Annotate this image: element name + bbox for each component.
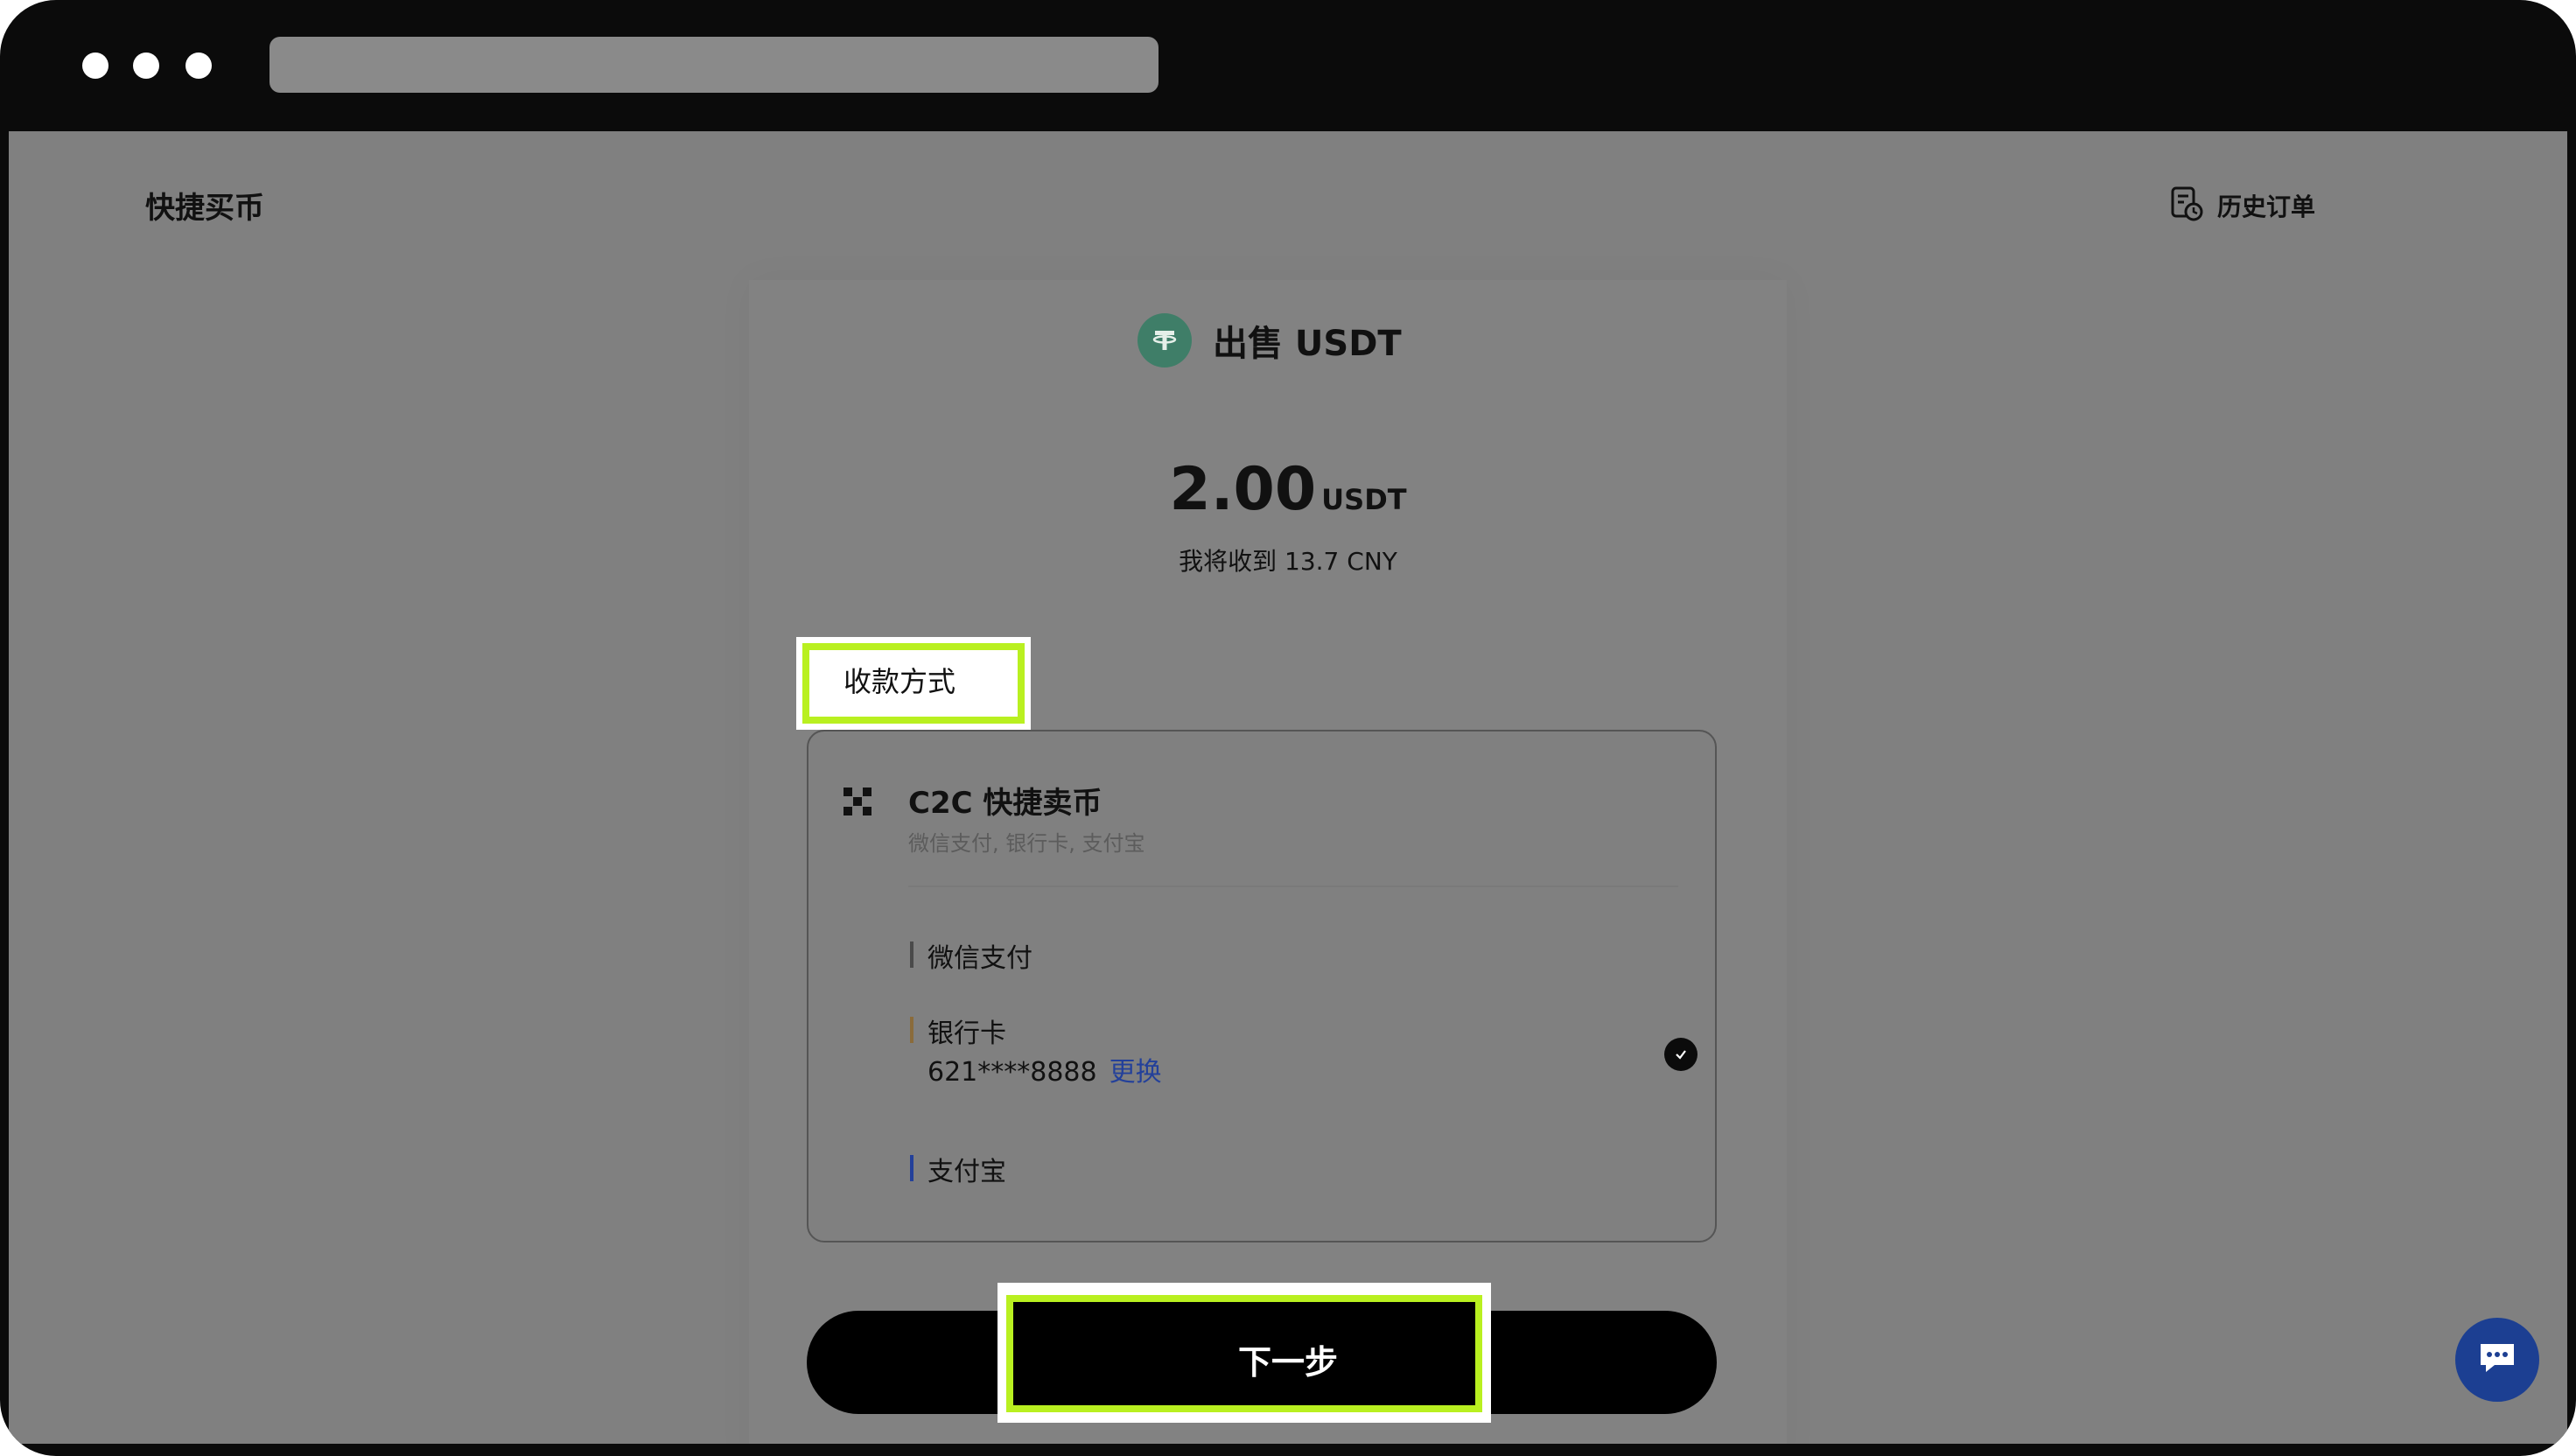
window-maximize-dot[interactable] [186,52,212,79]
window-frame: 快捷买币 历史订单 出售 USDT 2.00 USDT 我将收到 13.7 CN… [0,0,2576,1456]
payment-option-alipay[interactable]: 支付宝 [910,1150,1006,1188]
amount-display: 2.00 USDT [9,455,2567,524]
window-minimize-dot[interactable] [133,52,159,79]
c2c-checker-icon [844,788,872,816]
amount-unit: USDT [1321,483,1407,516]
payment-option-label: 银行卡 [928,1018,1006,1049]
c2c-sell-subtitle: 微信支付, 银行卡, 支付宝 [908,831,1145,856]
page-title: 快捷买币 [145,191,264,226]
next-step-label: 下一步 [1237,1343,1338,1382]
wechat-color-bar [910,942,914,968]
divider [908,886,1678,887]
payment-option-wechat[interactable]: 微信支付 [910,936,1032,975]
c2c-sell-title: C2C 快捷卖币 [908,786,1102,821]
bank-color-bar [910,1017,914,1043]
alipay-color-bar [910,1155,914,1181]
receive-estimate: 我将收到 13.7 CNY [1179,547,1397,576]
history-orders-link[interactable]: 历史订单 [2170,186,2315,226]
payment-option-bank-card[interactable]: 银行卡 [910,1012,1006,1050]
document-clock-icon [2170,186,2203,226]
payment-method-label: 收款方式 [844,665,956,698]
change-card-link[interactable]: 更换 [1110,1057,1162,1088]
chat-bubble-icon [2477,1340,2517,1379]
sell-token-title: 出售 USDT [1213,324,1402,364]
address-bar[interactable] [270,37,1158,93]
usdt-tether-icon [1138,313,1192,368]
payment-option-label: 微信支付 [928,943,1032,974]
payment-option-label: 支付宝 [928,1157,1006,1187]
bank-card-number: 621****8888 [928,1057,1097,1088]
payment-methods-panel: C2C 快捷卖币 微信支付, 银行卡, 支付宝 微信支付 银行卡 621****… [807,730,1717,1242]
token-header: 出售 USDT [1138,313,1402,368]
bank-card-number-row: 621****8888 更换 [928,1050,1162,1088]
history-orders-label: 历史订单 [2217,192,2316,221]
window-close-dot[interactable] [82,52,108,79]
chat-support-button[interactable] [2455,1318,2539,1402]
title-bar [0,0,2576,131]
selected-check-icon [1664,1038,1698,1071]
page-content: 快捷买币 历史订单 出售 USDT 2.00 USDT 我将收到 13.7 CN… [9,131,2567,1444]
amount-value: 2.00 [1169,455,1317,524]
